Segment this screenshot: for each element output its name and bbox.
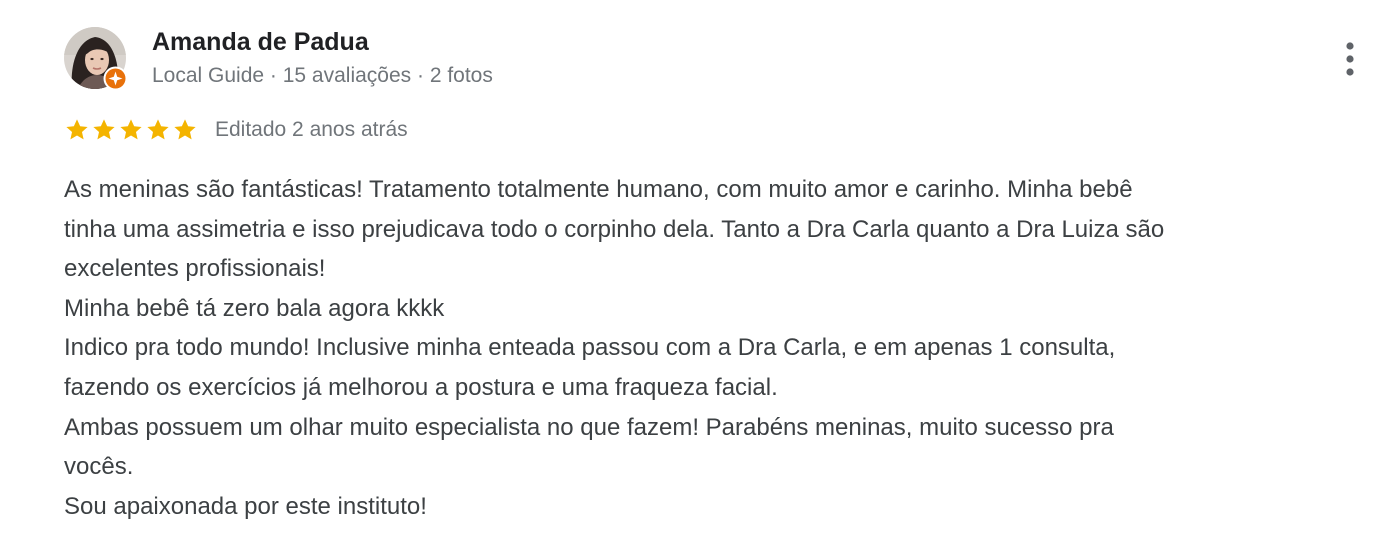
author-name[interactable]: Amanda de Padua [152, 27, 369, 57]
rating-row: Editado 2 anos atrás [64, 116, 408, 144]
review-text-line: Ambas possuem um olhar muito especialist… [64, 413, 1114, 441]
star-icon [93, 119, 115, 140]
review-text-line: Sou apaixonada por este instituto! [64, 492, 427, 520]
review-text-line: tinha uma assimetria e isso prejudicava … [64, 215, 1165, 243]
more-options-button[interactable] [1332, 38, 1368, 82]
star-icon [120, 119, 142, 140]
author-meta: Local Guide · 15 avaliações · 2 fotos [152, 64, 493, 87]
more-vert-icon [1346, 42, 1354, 76]
review-card: Amanda de Padua Local Guide · 15 avaliaç… [0, 0, 1388, 552]
review-text-line: As meninas são fantásticas! Tratamento t… [64, 176, 1133, 203]
star-icon [66, 119, 88, 140]
review-text: As meninas são fantásticas! Tratamento t… [64, 170, 1364, 526]
star-icon [147, 119, 169, 140]
review-text-line: Minha bebê tá zero bala agora kkkk [64, 294, 445, 322]
local-guide-badge-icon [103, 66, 128, 91]
review-text-line: vocês. [64, 453, 134, 481]
review-text-line: excelentes profissionais! [64, 255, 326, 283]
review-text-line: fazendo os exercícios já melhorou a post… [64, 373, 778, 401]
review-text-line: Indico pra todo mundo! Inclusive minha e… [64, 334, 1116, 362]
star-icon [174, 119, 196, 140]
edited-timestamp: Editado 2 anos atrás [215, 118, 408, 141]
star-rating [64, 117, 198, 143]
